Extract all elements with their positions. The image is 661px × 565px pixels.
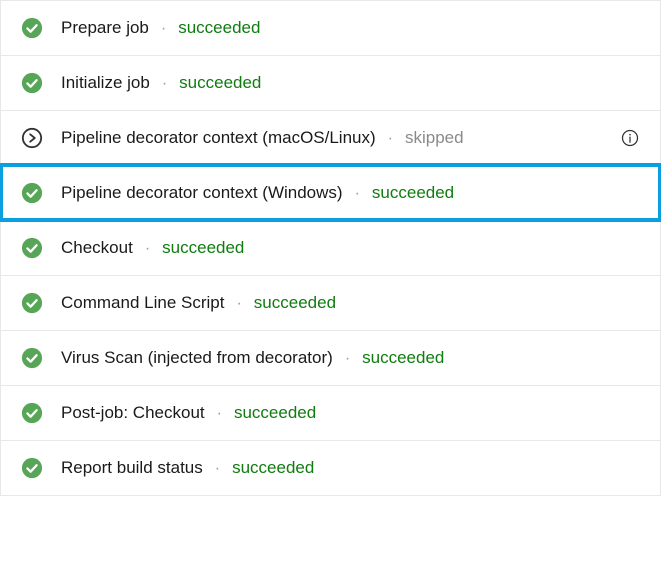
step-name: Pipeline decorator context (Windows): [61, 183, 343, 203]
step-name: Pipeline decorator context (macOS/Linux): [61, 128, 376, 148]
skipped-icon: [21, 127, 43, 149]
step-name: Virus Scan (injected from decorator): [61, 348, 333, 368]
step-name: Command Line Script: [61, 293, 224, 313]
step-content: Prepare job · succeeded: [61, 18, 640, 38]
status-text: succeeded: [372, 183, 454, 203]
status-text: succeeded: [234, 403, 316, 423]
separator: ·: [355, 185, 360, 203]
step-content: Post-job: Checkout · succeeded: [61, 403, 640, 423]
step-row[interactable]: Initialize job · succeeded: [1, 55, 660, 110]
status-text: skipped: [405, 128, 464, 148]
status-text: succeeded: [179, 73, 261, 93]
step-content: Initialize job · succeeded: [61, 73, 640, 93]
step-content: Pipeline decorator context (macOS/Linux)…: [61, 128, 602, 148]
pipeline-steps-list: Prepare job · succeeded Initialize job ·…: [0, 0, 661, 496]
step-row[interactable]: Report build status · succeeded: [1, 440, 660, 495]
status-text: succeeded: [254, 293, 336, 313]
step-content: Checkout · succeeded: [61, 238, 640, 258]
status-text: succeeded: [178, 18, 260, 38]
step-name: Prepare job: [61, 18, 149, 38]
success-icon: [21, 72, 43, 94]
status-text: succeeded: [362, 348, 444, 368]
separator: ·: [145, 240, 150, 258]
step-row[interactable]: Prepare job · succeeded: [1, 0, 660, 55]
step-row[interactable]: Pipeline decorator context (macOS/Linux)…: [1, 110, 660, 165]
separator: ·: [217, 405, 222, 423]
status-text: succeeded: [232, 458, 314, 478]
separator: ·: [236, 295, 241, 313]
step-content: Report build status · succeeded: [61, 458, 640, 478]
separator: ·: [162, 75, 167, 93]
step-name: Initialize job: [61, 73, 150, 93]
success-icon: [21, 457, 43, 479]
step-name: Post-job: Checkout: [61, 403, 205, 423]
success-icon: [21, 182, 43, 204]
step-name: Report build status: [61, 458, 203, 478]
step-content: Pipeline decorator context (Windows) · s…: [61, 183, 640, 203]
success-icon: [21, 347, 43, 369]
step-row[interactable]: Command Line Script · succeeded: [1, 275, 660, 330]
info-icon[interactable]: [620, 128, 640, 148]
step-content: Command Line Script · succeeded: [61, 293, 640, 313]
success-icon: [21, 237, 43, 259]
step-row[interactable]: Post-job: Checkout · succeeded: [1, 385, 660, 440]
step-content: Virus Scan (injected from decorator) · s…: [61, 348, 640, 368]
separator: ·: [345, 350, 350, 368]
step-row[interactable]: Checkout · succeeded: [1, 220, 660, 275]
step-row[interactable]: Pipeline decorator context (Windows) · s…: [1, 165, 660, 220]
success-icon: [21, 17, 43, 39]
step-name: Checkout: [61, 238, 133, 258]
success-icon: [21, 402, 43, 424]
separator: ·: [388, 130, 393, 148]
success-icon: [21, 292, 43, 314]
step-row[interactable]: Virus Scan (injected from decorator) · s…: [1, 330, 660, 385]
separator: ·: [161, 20, 166, 38]
status-text: succeeded: [162, 238, 244, 258]
separator: ·: [215, 460, 220, 478]
